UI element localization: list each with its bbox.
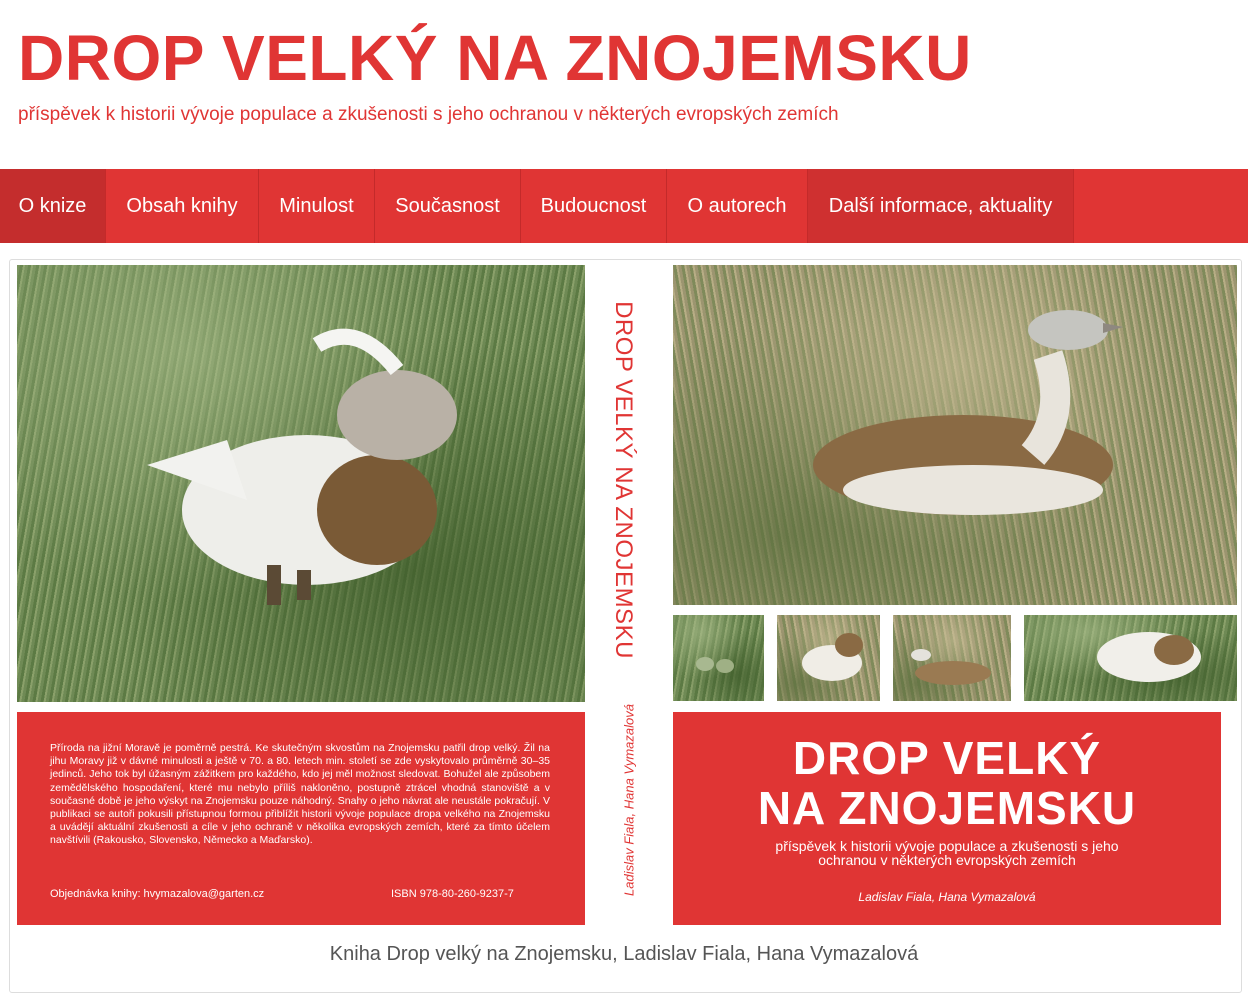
image-caption: Kniha Drop velký na Znojemsku, Ladislav … [329, 943, 919, 965]
front-subtitle-line-2: ochranou v některých evropských zemích [818, 852, 1076, 868]
nav-item-budoucnost[interactable]: Budoucnost [521, 169, 667, 243]
nav-item-minulost[interactable]: Minulost [259, 169, 375, 243]
back-cover-text-panel: Příroda na jižní Moravě je poměrně pestr… [17, 712, 585, 925]
bustard-thumb-3-illustration [1097, 632, 1201, 682]
bustard-thumb-1-illustration [802, 633, 863, 681]
spine-title-text: DROP VELKÝ NA ZNOJEMSKU [610, 301, 637, 659]
nav-item-dalsi-informace[interactable]: Další informace, aktuality [808, 169, 1074, 243]
front-cover-main-photo [673, 265, 1237, 605]
thumbnail-bustard-3 [1024, 615, 1237, 701]
eggs-illustration [696, 657, 734, 673]
spine-authors: Ladislav Fiala, Hana Vymazalová [617, 700, 641, 900]
thumbnail-bustard-1 [777, 615, 880, 701]
nav-item-o-knize[interactable]: O knize [0, 169, 106, 243]
order-contact: Objednávka knihy: hvymazalova@garten.cz [50, 888, 265, 900]
front-subtitle-line-1: příspěvek k historii vývoje populace a z… [775, 838, 1119, 854]
front-cover-title-panel: DROP VELKÝ NA ZNOJEMSKU příspěvek k hist… [673, 712, 1221, 925]
displaying-bustard-illustration [147, 328, 457, 605]
thumbnail-bustard-2 [893, 615, 1011, 701]
front-title-line-1: DROP VELKÝ [792, 732, 1102, 784]
nav-item-soucasnost[interactable]: Současnost [375, 169, 521, 243]
site-description: příspěvek k historii vývoje populace a z… [18, 104, 839, 125]
thumbnail-eggs [673, 615, 764, 701]
front-authors: Ladislav Fiala, Hana Vymazalová [858, 890, 1036, 904]
spine-authors-text: Ladislav Fiala, Hana Vymazalová [621, 704, 637, 896]
back-cover-blurb: Příroda na jižní Moravě je poměrně pestr… [50, 742, 550, 847]
bustard-thumb-2-illustration [911, 649, 991, 685]
standing-bustard-illustration [813, 310, 1123, 515]
front-title-line-2: NA ZNOJEMSKU [757, 782, 1137, 834]
site-title[interactable]: DROP VELKÝ NA ZNOJEMSKU [18, 22, 972, 94]
back-cover-photo [17, 265, 585, 702]
nav-item-obsah-knihy[interactable]: Obsah knihy [106, 169, 259, 243]
main-navigation: O knize Obsah knihy Minulost Současnost … [0, 169, 1248, 243]
isbn: ISBN 978-80-260-9237-7 [391, 888, 514, 900]
spine-title: DROP VELKÝ NA ZNOJEMSKU [603, 301, 643, 659]
nav-item-o-autorech[interactable]: O autorech [667, 169, 808, 243]
